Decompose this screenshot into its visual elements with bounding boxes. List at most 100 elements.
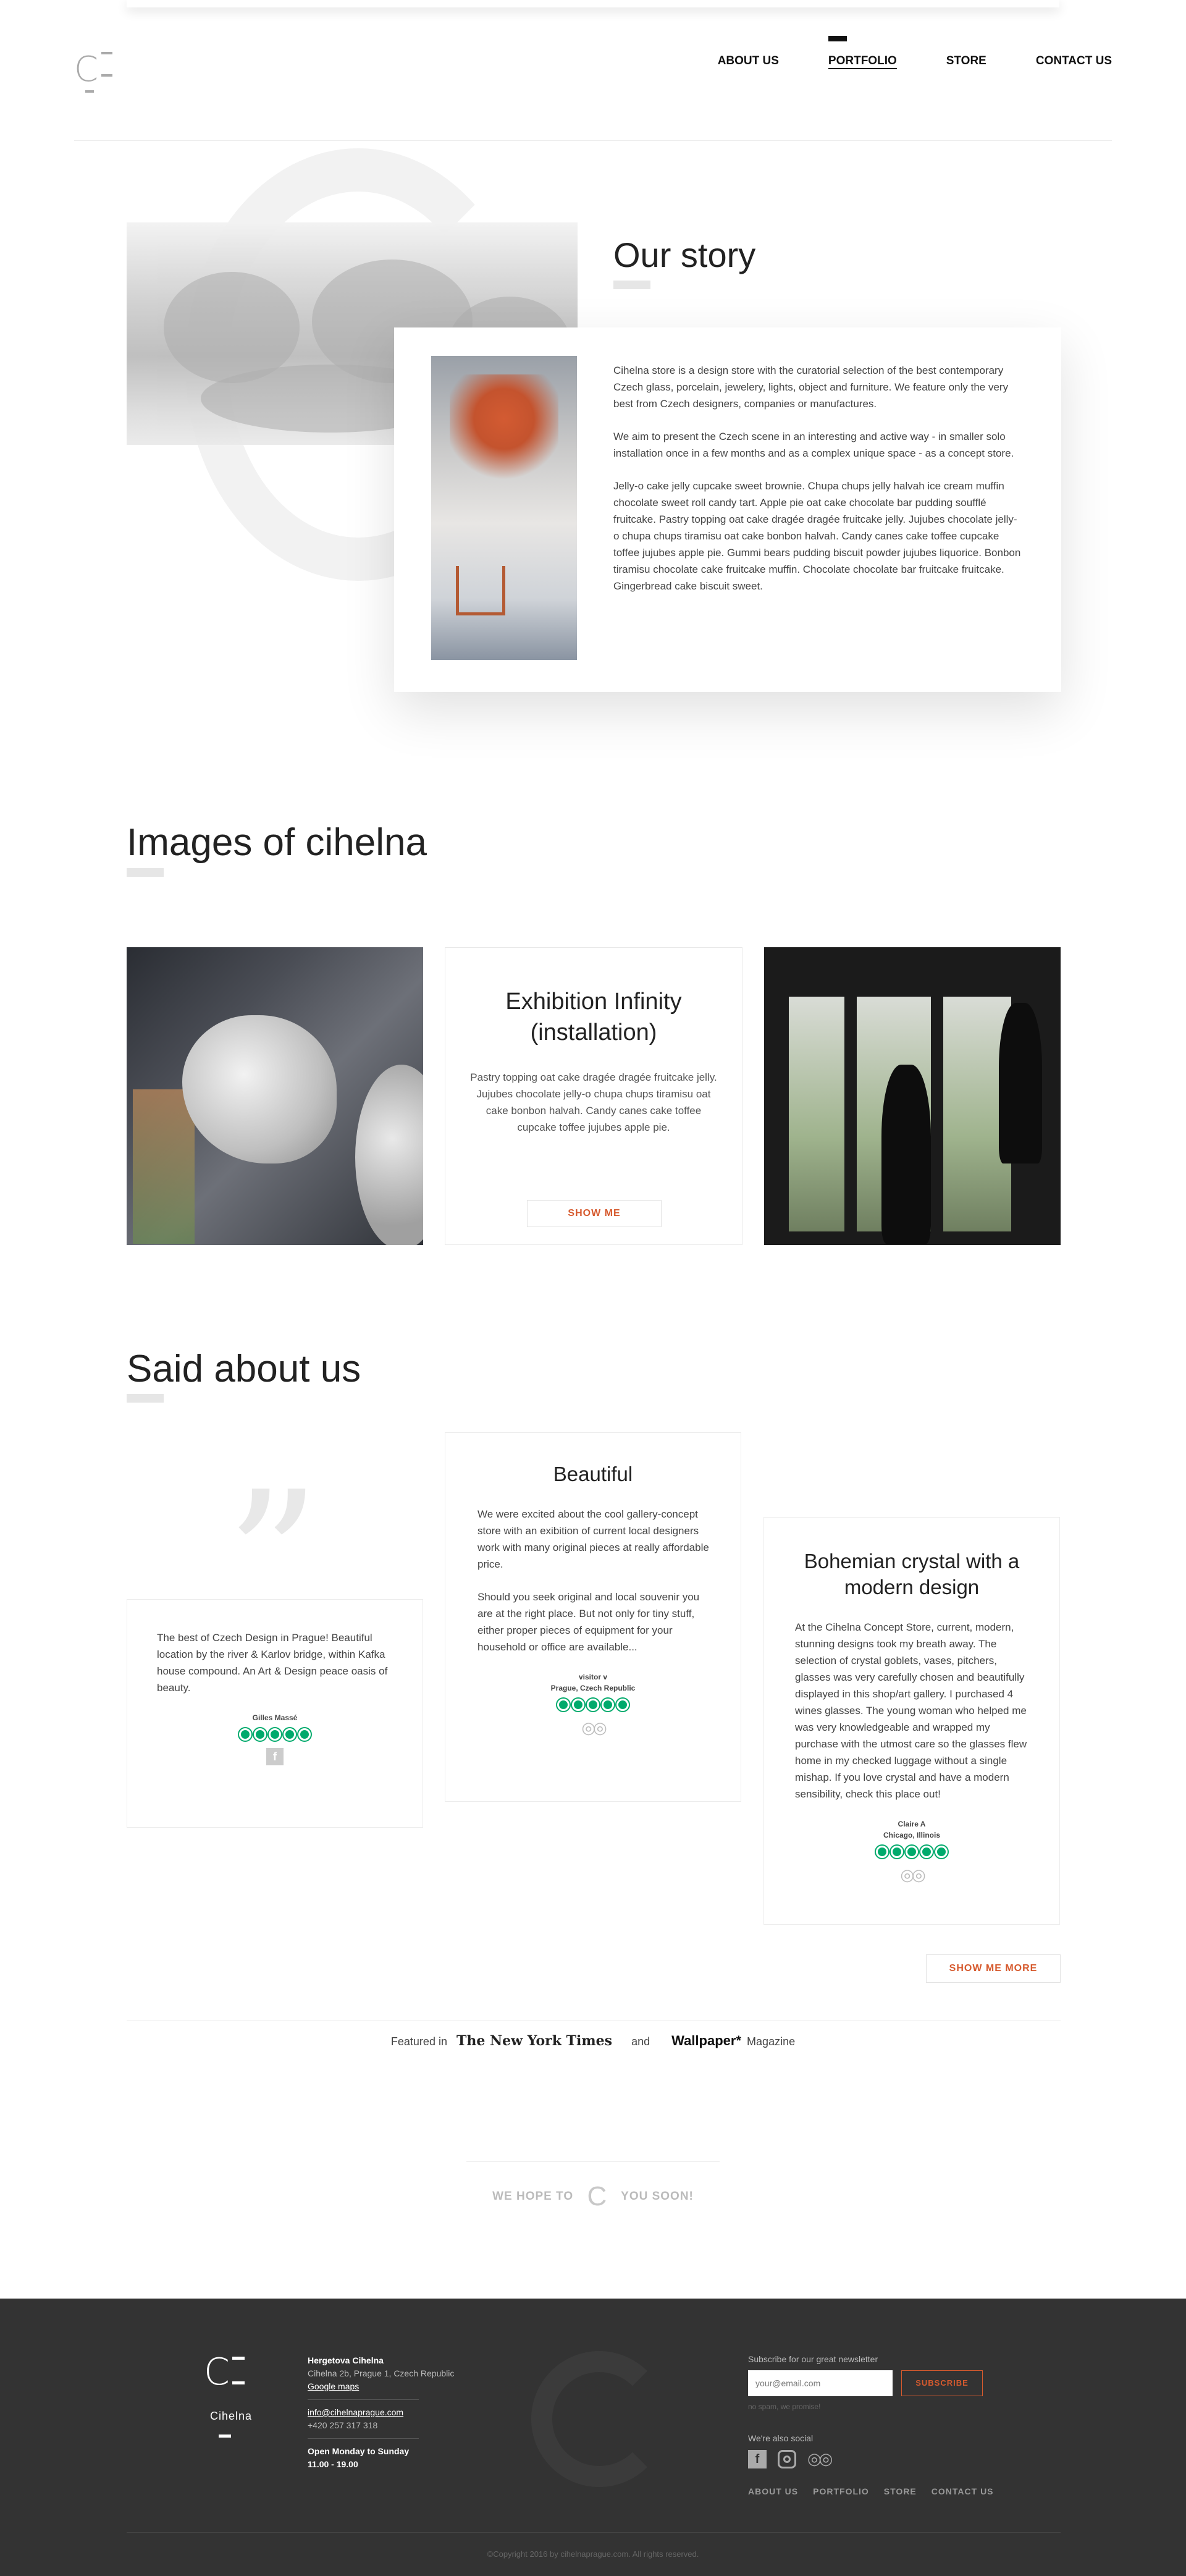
tripadvisor-icon[interactable]: ◎◎	[900, 1865, 925, 1885]
testimonial-body: The best of Czech Design in Prague! Beau…	[127, 1600, 423, 1696]
footer-hours: 11.00 - 19.00	[308, 2459, 358, 2469]
testimonial-author: Gilles Massé	[252, 1713, 298, 1722]
instagram-icon[interactable]	[778, 2449, 796, 2468]
testimonial-title: Beautiful	[553, 1463, 633, 1485]
footer-contact: Hergetova Cihelna Cihelna 2b, Prague 1, …	[308, 2354, 454, 2471]
exhibition-title-line: (installation)	[530, 1020, 657, 1045]
newsletter-email-input[interactable]	[748, 2370, 893, 2396]
footer: C Cihelna Hergetova Cihelna Cihelna 2b, …	[0, 2299, 1186, 2576]
gallery-image-installation[interactable]	[764, 947, 1061, 1245]
nav-about-us[interactable]: ABOUT US	[718, 54, 779, 69]
hope-text-before: WE HOPE TO	[492, 2190, 574, 2203]
story-paragraph: Cihelna store is a design store with the…	[613, 365, 1009, 410]
footer-link-about-us[interactable]: ABOUT US	[748, 2486, 798, 2496]
wallpaper-logo[interactable]: Wallpaper*	[671, 2033, 741, 2048]
title-underline	[127, 868, 164, 877]
featured-and: and	[631, 2035, 650, 2048]
tripadvisor-icon[interactable]: ◎◎	[581, 1718, 607, 1738]
testimonial-location: Prague, Czech Republic	[550, 1684, 636, 1692]
testimonial-author: Claire A	[898, 1820, 926, 1828]
testimonial-text: The best of Czech Design in Prague! Beau…	[157, 1632, 388, 1694]
rating-stars	[127, 1728, 423, 1741]
footer-company: Hergetova Cihelna	[308, 2355, 384, 2365]
footer-hours-label: Open Monday to Sunday	[308, 2446, 410, 2456]
tripadvisor-icon[interactable]: ◎◎	[807, 2449, 833, 2468]
testimonial-author: visitor v	[578, 1673, 608, 1681]
exhibition-title-line: Exhibition Infinity	[505, 989, 682, 1015]
footer-email-link[interactable]: info@cihelnaprague.com	[308, 2406, 454, 2419]
testimonial-text: At the Cihelna Concept Store, current, m…	[795, 1621, 1027, 1800]
testimonial-title: Bohemian crystal with a modern design	[804, 1550, 1020, 1598]
footer-link-portfolio[interactable]: PORTFOLIO	[813, 2486, 869, 2496]
show-me-button[interactable]: SHOW ME	[527, 1200, 662, 1227]
logo-dash	[219, 2435, 231, 2438]
title-underline	[613, 281, 650, 289]
show-me-more-button[interactable]: SHOW ME MORE	[926, 1954, 1061, 1983]
nav-portfolio[interactable]: PORTFOLIO	[828, 36, 897, 69]
nyt-logo[interactable]: The New York Times	[456, 2033, 612, 2049]
rating-stars	[764, 1846, 1059, 1858]
images-section-title: Images of cihelna	[127, 821, 427, 864]
copyright: ©Copyright 2016 by cihelnaprague.com. Al…	[487, 2549, 699, 2559]
subscribe-button[interactable]: SUBSCRIBE	[901, 2370, 983, 2396]
footer-brand: Cihelna	[210, 2410, 253, 2422]
nav-store[interactable]: STORE	[946, 54, 986, 69]
logo-c-glyph: C	[74, 49, 99, 90]
main-nav: ABOUT US PORTFOLIO STORE CONTACT US	[668, 36, 1112, 69]
testimonial-body: At the Cihelna Concept Store, current, m…	[764, 1600, 1059, 1802]
footer-nav: ABOUT US PORTFOLIO STORE CONTACT US	[748, 2486, 994, 2496]
story-card: Cihelna store is a design store with the…	[394, 327, 1061, 692]
story-paragraph: We aim to present the Czech scene in an …	[613, 431, 1014, 459]
logo-dash	[85, 90, 94, 93]
logo-c-icon: C	[587, 2181, 608, 2211]
testimonial-text: We were excited about the cool gallery-c…	[477, 1508, 709, 1570]
footer-link-store[interactable]: STORE	[884, 2486, 917, 2496]
facebook-icon[interactable]: f	[748, 2449, 767, 2468]
logo-c-glyph: C	[204, 2350, 230, 2394]
testimonial-body: We were excited about the cool gallery-c…	[445, 1487, 741, 1655]
story-paragraph: Jelly-o cake jelly cupcake sweet brownie…	[613, 480, 1021, 592]
footer-separator	[308, 2399, 419, 2400]
featured-suffix: Magazine	[747, 2035, 796, 2048]
nav-contact-us[interactable]: CONTACT US	[1036, 54, 1112, 69]
google-maps-link[interactable]: Google maps	[308, 2380, 454, 2393]
hope-to-see-you: WE HOPE TO C YOU SOON!	[0, 2181, 1186, 2212]
footer-divider	[127, 2532, 1061, 2533]
newsletter-label: Subscribe for our great newsletter	[748, 2354, 878, 2364]
testimonial-card: The best of Czech Design in Prague! Beau…	[127, 1599, 423, 1828]
title-underline	[127, 1394, 164, 1403]
social-links: f ◎◎	[748, 2449, 833, 2468]
top-bar	[127, 0, 1059, 7]
exhibition-text: Pastry topping oat cake dragée dragée fr…	[470, 1071, 717, 1133]
rating-stars	[445, 1699, 741, 1711]
logo-dash	[232, 2381, 245, 2384]
gallery-image-glass[interactable]	[127, 947, 423, 1245]
testimonial-card: Bohemian crystal with a modern design At…	[763, 1517, 1060, 1925]
gallery: Exhibition Infinity (installation) Pastr…	[127, 947, 1061, 1245]
hope-divider	[466, 2161, 720, 2162]
logo-dash	[232, 2357, 245, 2360]
footer-logo[interactable]: C Cihelna	[204, 2350, 266, 2441]
testimonial-card: Beautiful We were excited about the cool…	[445, 1432, 741, 1802]
chandelier-photo	[431, 356, 577, 660]
facebook-icon[interactable]: f	[266, 1748, 284, 1765]
footer-decorative-c	[531, 2351, 667, 2487]
testimonial-text: Should you seek original and local souve…	[477, 1591, 700, 1653]
exhibition-card: Exhibition Infinity (installation) Pastr…	[445, 947, 742, 1245]
footer-link-contact-us[interactable]: CONTACT US	[932, 2486, 994, 2496]
featured-in: Featured in The New York Times and Wallp…	[0, 2033, 1186, 2049]
header-divider	[74, 140, 1112, 141]
hope-text-after: YOU SOON!	[621, 2190, 694, 2203]
site-logo[interactable]: C	[74, 49, 124, 105]
logo-dash	[101, 52, 112, 54]
no-spam-note: no spam, we promise!	[748, 2402, 821, 2411]
footer-address: Cihelna 2b, Prague 1, Czech Republic	[308, 2368, 455, 2378]
story-text: Cihelna store is a design store with the…	[613, 362, 1021, 610]
testimonial-location: Chicago, Illinois	[883, 1831, 940, 1839]
story-title: Our story	[613, 235, 756, 274]
footer-phone: +420 257 317 318	[308, 2420, 378, 2430]
header: C ABOUT US PORTFOLIO STORE CONTACT US	[0, 25, 1186, 141]
featured-prefix: Featured in	[390, 2035, 447, 2048]
logo-dash	[101, 74, 112, 77]
footer-separator	[308, 2438, 419, 2439]
